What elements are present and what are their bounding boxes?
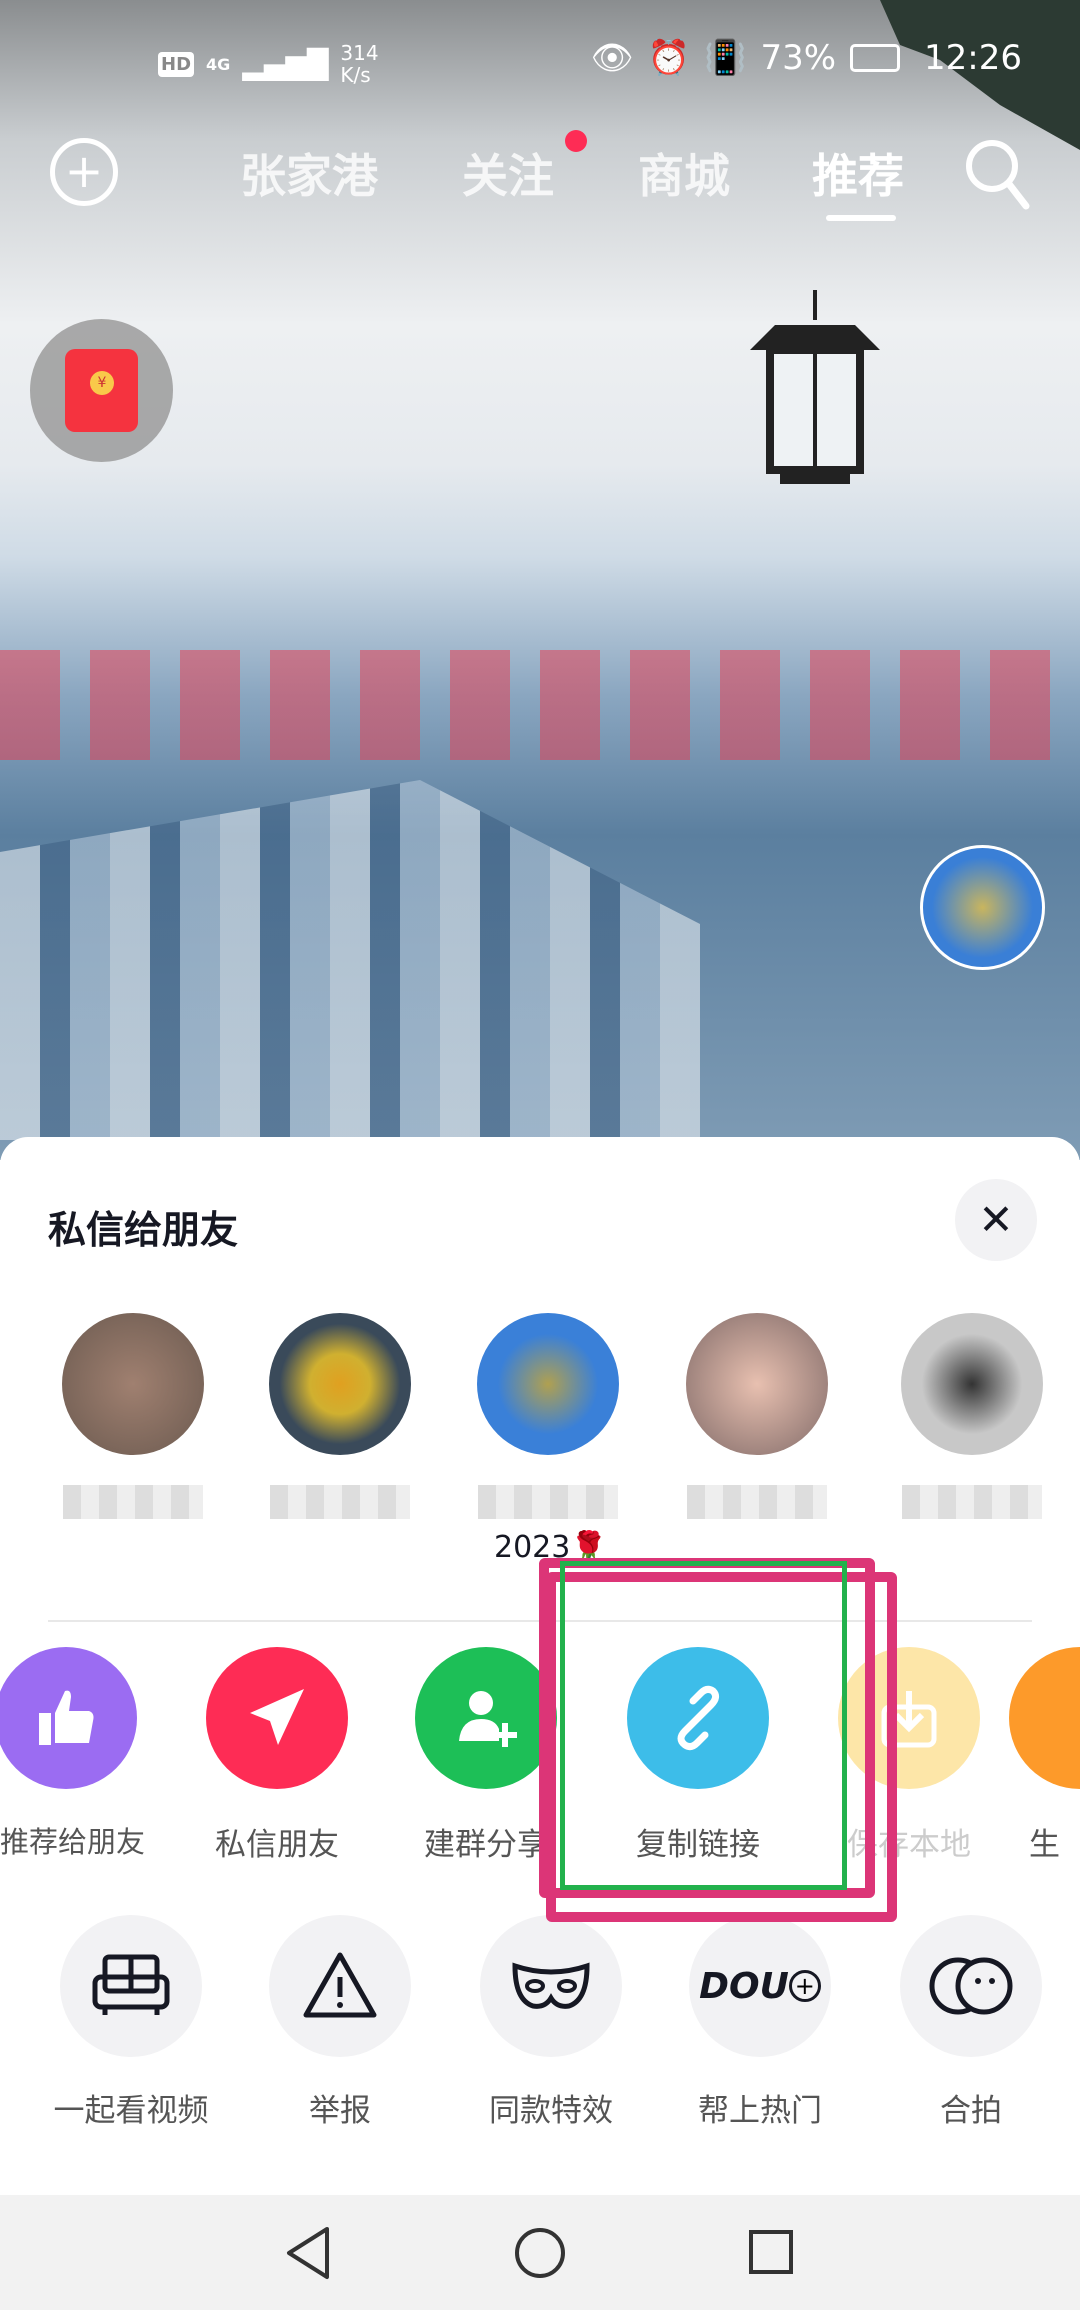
friend-name [63,1485,203,1519]
back-icon[interactable] [283,2225,333,2281]
friend-item[interactable] [235,1313,445,1519]
red-envelope-button[interactable]: ¥ [30,319,173,462]
friend-name [478,1485,618,1519]
action-dou-plus[interactable]: DOU + 帮上热门 [655,1915,865,2130]
share-more[interactable]: 生 [1009,1647,1080,1864]
warning-icon [269,1915,411,2057]
share-recommend-friend[interactable]: 推荐给朋友 [0,1647,150,1861]
duet-icon [900,1915,1042,2057]
network-type: 4G [206,54,231,74]
action-duet[interactable]: 合拍 [866,1915,1076,2130]
friend-item[interactable] [867,1313,1077,1519]
red-envelope-icon: ¥ [65,349,138,432]
top-nav: + 张家港 关注 商城 推荐 [0,130,1080,221]
avatar [62,1313,204,1455]
lantern-image [750,290,880,484]
friend-name [270,1485,410,1519]
clock: 12:26 [924,38,1022,78]
battery-icon [850,44,901,72]
avatar [477,1313,619,1455]
sofa-icon [60,1915,202,2057]
village-image [0,780,700,1140]
alarm-icon: ⏰ [647,38,691,78]
active-tab-indicator [826,215,896,221]
tab-mall[interactable]: 商城 [638,140,730,206]
sheet-title: 私信给朋友 [48,1208,239,1252]
add-icon[interactable]: + [50,138,118,206]
status-bar: HD 4G ▂▄▆█ 314 K/s 👁 ⏰ 📳 73% 12:26 [0,38,1080,88]
battery-percent: 73% [760,38,837,78]
system-nav-bar [0,2195,1080,2310]
eye-icon: 👁 [590,38,634,78]
friend-item[interactable] [443,1313,653,1519]
action-same-effect[interactable]: 同款特效 [446,1915,656,2130]
home-icon[interactable] [512,2225,568,2281]
recents-icon[interactable] [746,2225,796,2281]
thumbs-up-icon [0,1647,137,1789]
action-report[interactable]: 举报 [235,1915,445,2130]
friend-item[interactable] [28,1313,238,1519]
friend-item[interactable] [652,1313,862,1519]
signal-icon: ▂▄▆█ [242,47,329,81]
notification-dot [565,130,587,152]
net-speed: 314 K/s [340,41,379,87]
tab-local[interactable]: 张家港 [240,140,378,206]
vibrate-icon: 📳 [704,38,747,78]
avatar [269,1313,411,1455]
annotation-box-inner [560,1561,847,1890]
group-add-icon [415,1647,557,1789]
hd-icon: HD [158,51,195,77]
orange-icon [1009,1647,1080,1789]
tab-following[interactable]: 关注 [462,140,554,206]
dou-plus-icon: DOU + [689,1915,831,2057]
pixelated-caption [0,650,1080,760]
friend-name [902,1485,1042,1519]
action-watch-together[interactable]: 一起看视频 [26,1915,236,2130]
creator-avatar[interactable] [920,845,1045,970]
avatar [686,1313,828,1455]
friend-name [687,1485,827,1519]
avatar [901,1313,1043,1455]
close-button[interactable]: ✕ [955,1179,1037,1261]
send-icon [206,1647,348,1789]
share-send-friend[interactable]: 私信朋友 [172,1647,382,1864]
search-icon[interactable] [962,136,1032,212]
close-icon: ✕ [978,1195,1014,1244]
mask-icon [480,1915,622,2057]
tab-recommend[interactable]: 推荐 [812,140,904,206]
